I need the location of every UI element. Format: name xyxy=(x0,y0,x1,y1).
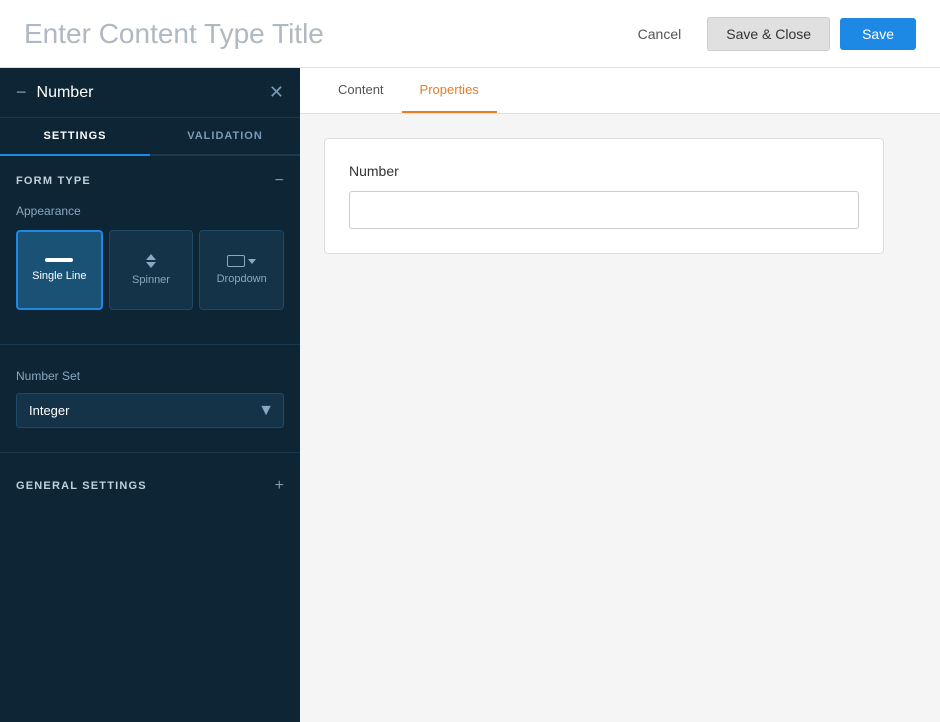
appearance-label: Appearance xyxy=(16,204,284,218)
content-area: Content Properties Number xyxy=(300,68,940,722)
general-settings-header: GENERAL SETTINGS + xyxy=(16,477,284,495)
dropdown-arrow-icon xyxy=(248,259,256,264)
sidebar-tabs: SETTINGS VALIDATION xyxy=(0,118,300,156)
tab-content[interactable]: Content xyxy=(320,68,402,113)
appearance-cards: Single Line Spinner Dropdown xyxy=(16,230,284,310)
single-line-label: Single Line xyxy=(32,270,86,282)
cancel-button[interactable]: Cancel xyxy=(622,18,698,50)
general-settings-expand-icon[interactable]: + xyxy=(275,477,284,495)
tab-properties[interactable]: Properties xyxy=(402,68,497,113)
content-body: Number xyxy=(300,114,940,722)
sidebar: − Number ✕ SETTINGS VALIDATION FORM TYPE… xyxy=(0,68,300,722)
number-set-label: Number Set xyxy=(16,369,284,383)
sidebar-header-left: − Number xyxy=(16,82,93,103)
appearance-card-single-line[interactable]: Single Line xyxy=(16,230,103,310)
preview-number-input[interactable] xyxy=(349,191,859,229)
sidebar-panel-title: Number xyxy=(37,84,94,102)
number-set-select-wrapper: Integer Decimal Float ▼ xyxy=(16,393,284,428)
spinner-icon xyxy=(146,254,156,268)
spinner-label: Spinner xyxy=(132,274,170,286)
sidebar-header: − Number ✕ xyxy=(0,68,300,118)
save-close-button[interactable]: Save & Close xyxy=(707,17,830,51)
general-settings-title: GENERAL SETTINGS xyxy=(16,480,147,492)
page-title: Enter Content Type Title xyxy=(24,18,324,50)
main-layout: − Number ✕ SETTINGS VALIDATION FORM TYPE… xyxy=(0,68,940,722)
form-type-collapse-icon[interactable]: − xyxy=(275,172,284,190)
number-set-section: Number Set Integer Decimal Float ▼ xyxy=(0,353,300,444)
form-type-title: FORM TYPE xyxy=(16,175,91,187)
close-icon[interactable]: ✕ xyxy=(269,82,284,103)
tab-validation[interactable]: VALIDATION xyxy=(150,118,300,154)
dropdown-box-icon xyxy=(227,255,245,267)
single-line-icon xyxy=(45,258,73,262)
preview-field-label: Number xyxy=(349,163,859,179)
collapse-icon[interactable]: − xyxy=(16,82,27,103)
preview-card: Number xyxy=(324,138,884,254)
number-set-select[interactable]: Integer Decimal Float xyxy=(16,393,284,428)
general-settings-section: GENERAL SETTINGS + xyxy=(0,461,300,525)
sidebar-divider xyxy=(0,344,300,345)
tab-settings[interactable]: SETTINGS xyxy=(0,118,150,156)
form-type-section: FORM TYPE − Appearance Single Line Spinn… xyxy=(0,156,300,336)
dropdown-label: Dropdown xyxy=(217,273,267,285)
save-button[interactable]: Save xyxy=(840,18,916,50)
spinner-up-icon xyxy=(146,254,156,260)
appearance-card-dropdown[interactable]: Dropdown xyxy=(199,230,284,310)
form-type-section-header: FORM TYPE − xyxy=(16,172,284,190)
header: Enter Content Type Title Cancel Save & C… xyxy=(0,0,940,68)
header-actions: Cancel Save & Close Save xyxy=(622,17,916,51)
spinner-down-icon xyxy=(146,262,156,268)
dropdown-icon xyxy=(227,255,256,267)
sidebar-divider-2 xyxy=(0,452,300,453)
content-tabs: Content Properties xyxy=(300,68,940,114)
appearance-card-spinner[interactable]: Spinner xyxy=(109,230,194,310)
